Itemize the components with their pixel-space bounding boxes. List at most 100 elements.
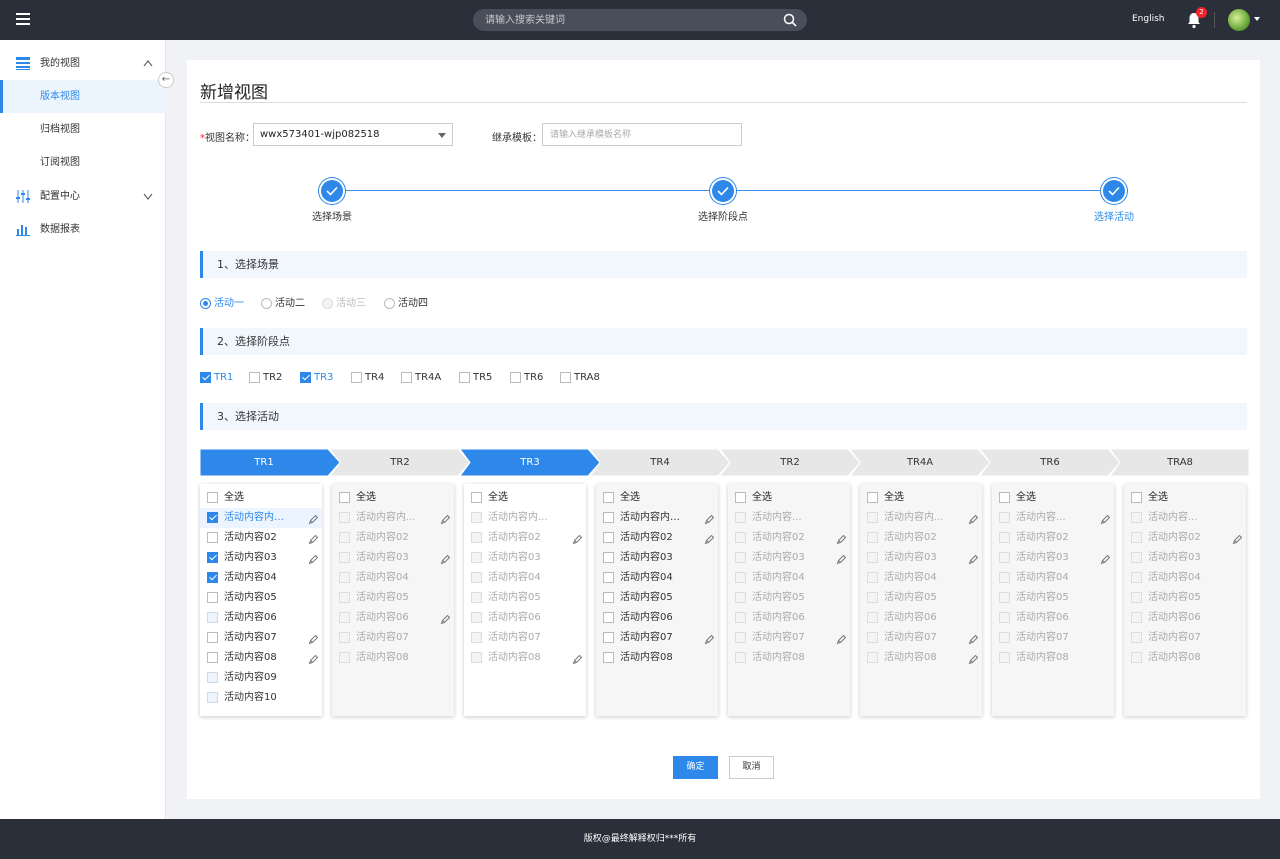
activity-item[interactable]: 活动内容04 [728, 568, 850, 588]
edit-icon[interactable] [704, 533, 715, 545]
activity-checkbox[interactable] [999, 592, 1010, 603]
edit-icon[interactable] [836, 553, 847, 565]
chevron-down-icon[interactable] [1254, 17, 1260, 21]
sidebar-item-subscribe-views[interactable]: 订阅视图 [0, 146, 166, 179]
activity-checkbox[interactable] [735, 572, 746, 583]
activity-checkbox[interactable] [735, 532, 746, 543]
edit-icon[interactable] [440, 553, 451, 565]
activity-item[interactable]: 活动内容06 [596, 608, 718, 628]
activity-checkbox[interactable] [735, 592, 746, 603]
activity-item[interactable]: 活动内容05 [332, 588, 454, 608]
activity-checkbox[interactable] [999, 532, 1010, 543]
activity-checkbox[interactable] [735, 612, 746, 623]
edit-icon[interactable] [836, 633, 847, 645]
activity-checkbox[interactable] [471, 572, 482, 583]
activity-item[interactable]: 活动内容06 [200, 608, 322, 628]
activity-item[interactable]: 活动内容06 [728, 608, 850, 628]
activity-checkbox[interactable] [207, 572, 218, 583]
activity-item[interactable]: 活动内容03 [200, 548, 322, 568]
activity-checkbox[interactable] [207, 552, 218, 563]
activity-checkbox[interactable] [207, 532, 218, 543]
edit-icon[interactable] [308, 533, 319, 545]
activity-item[interactable]: 活动内容04 [992, 568, 1114, 588]
sidebar-item-my-views[interactable]: 我的视图 [0, 47, 166, 80]
activity-checkbox[interactable] [1131, 592, 1142, 603]
select-all-checkbox[interactable]: 全选 [860, 488, 982, 508]
edit-icon[interactable] [968, 513, 979, 525]
edit-icon[interactable] [1100, 513, 1111, 525]
activity-checkbox[interactable] [1131, 612, 1142, 623]
activity-item[interactable]: 活动内容07 [860, 628, 982, 648]
activity-item[interactable]: 活动内容内... [464, 508, 586, 528]
activity-item[interactable]: 活动内容06 [1124, 608, 1246, 628]
activity-item[interactable]: 活动内容02 [992, 528, 1114, 548]
select-all-checkbox[interactable]: 全选 [596, 488, 718, 508]
edit-icon[interactable] [704, 513, 715, 525]
activity-checkbox[interactable] [867, 512, 878, 523]
activity-checkbox[interactable] [867, 532, 878, 543]
activity-checkbox[interactable] [603, 512, 614, 523]
activity-item[interactable]: 活动内容03 [596, 548, 718, 568]
activity-item[interactable]: 活动内容内容... [596, 508, 718, 528]
activity-item[interactable]: 活动内容03 [332, 548, 454, 568]
activity-checkbox[interactable] [339, 612, 350, 623]
view-name-select[interactable]: wwx573401-wjp082518 [253, 123, 453, 146]
activity-item[interactable]: 活动内容02 [332, 528, 454, 548]
activity-item[interactable]: 活动内容05 [464, 588, 586, 608]
activity-item[interactable]: 活动内容内... [332, 508, 454, 528]
activity-item[interactable]: 活动内容内... [860, 508, 982, 528]
edit-icon[interactable] [1232, 533, 1243, 545]
edit-icon[interactable] [836, 533, 847, 545]
activity-item[interactable]: 活动内容09 [200, 668, 322, 688]
activity-checkbox[interactable] [471, 632, 482, 643]
activity-item[interactable]: 活动内容05 [992, 588, 1114, 608]
activity-item[interactable]: 活动内容02 [1124, 528, 1246, 548]
avatar[interactable] [1228, 9, 1250, 31]
activity-checkbox[interactable] [999, 572, 1010, 583]
activity-item[interactable]: 活动内容03 [464, 548, 586, 568]
activity-checkbox[interactable] [1131, 512, 1142, 523]
activity-item[interactable]: 活动内容08 [464, 648, 586, 668]
language-switch[interactable]: English [1132, 14, 1165, 24]
search-icon[interactable] [783, 13, 797, 27]
activity-checkbox[interactable] [471, 592, 482, 603]
activity-item[interactable]: 活动内容10 [200, 688, 322, 708]
activity-item[interactable]: 活动内容06 [464, 608, 586, 628]
activity-item[interactable]: 活动内容06 [992, 608, 1114, 628]
edit-icon[interactable] [968, 633, 979, 645]
activity-checkbox[interactable] [207, 512, 218, 523]
edit-icon[interactable] [572, 533, 583, 545]
activity-checkbox[interactable] [867, 552, 878, 563]
edit-icon[interactable] [704, 633, 715, 645]
activity-checkbox[interactable] [207, 672, 218, 683]
activity-checkbox[interactable] [207, 632, 218, 643]
activity-checkbox[interactable] [603, 632, 614, 643]
activity-item[interactable]: 活动内容内容... [200, 508, 322, 528]
activity-item[interactable]: 活动内容04 [464, 568, 586, 588]
activity-checkbox[interactable] [603, 552, 614, 563]
activity-item[interactable]: 活动内容08 [596, 648, 718, 668]
activity-checkbox[interactable] [471, 652, 482, 663]
activity-checkbox[interactable] [999, 632, 1010, 643]
activity-checkbox[interactable] [1131, 652, 1142, 663]
activity-item[interactable]: 活动内容... [992, 508, 1114, 528]
activity-checkbox[interactable] [339, 532, 350, 543]
activity-item[interactable]: 活动内容08 [728, 648, 850, 668]
activity-item[interactable]: 活动内容08 [1124, 648, 1246, 668]
activity-checkbox[interactable] [999, 512, 1010, 523]
chevron-up-icon[interactable] [143, 59, 153, 67]
activity-item[interactable]: 活动内容07 [200, 628, 322, 648]
select-all-checkbox[interactable]: 全选 [992, 488, 1114, 508]
activity-checkbox[interactable] [867, 572, 878, 583]
activity-checkbox[interactable] [867, 652, 878, 663]
activity-checkbox[interactable] [1131, 632, 1142, 643]
activity-checkbox[interactable] [603, 572, 614, 583]
activity-item[interactable]: 活动内容05 [728, 588, 850, 608]
search-input[interactable] [485, 9, 775, 31]
activity-item[interactable]: 活动内容07 [992, 628, 1114, 648]
activity-checkbox[interactable] [339, 572, 350, 583]
activity-checkbox[interactable] [735, 632, 746, 643]
activity-item[interactable]: 活动内容03 [860, 548, 982, 568]
activity-checkbox[interactable] [471, 552, 482, 563]
select-all-checkbox[interactable]: 全选 [332, 488, 454, 508]
